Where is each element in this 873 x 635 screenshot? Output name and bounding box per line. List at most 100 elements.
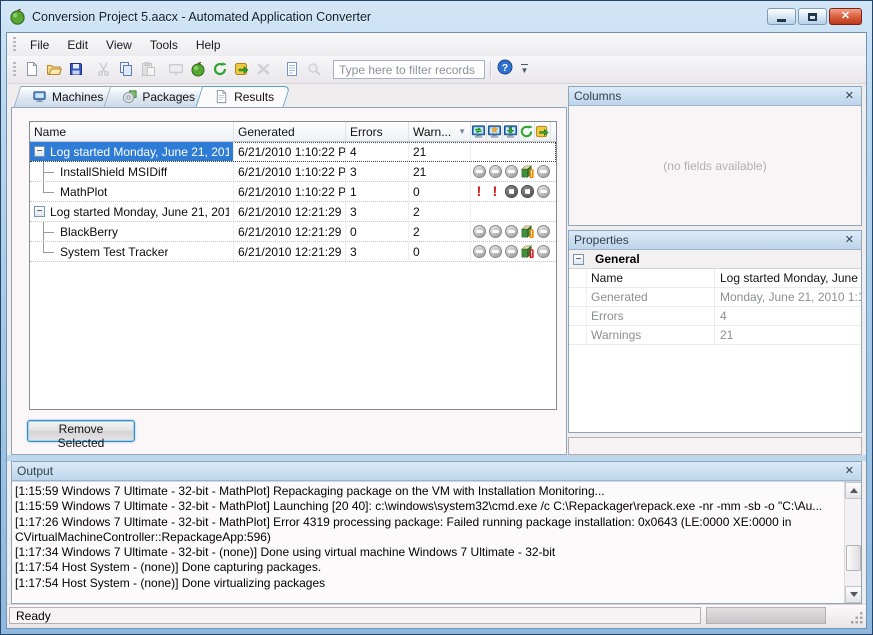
menu-help[interactable]: Help [187, 35, 230, 55]
toolbar-grip-icon[interactable] [13, 62, 16, 77]
tab-packages[interactable]: Packages [107, 86, 208, 107]
refresh-green-icon[interactable] [519, 122, 535, 141]
property-label: Generated [587, 288, 715, 306]
svg-text:!: ! [530, 249, 533, 258]
minimize-button[interactable] [767, 8, 796, 25]
menu-edit[interactable]: Edit [58, 35, 97, 55]
collapse-expander-icon[interactable]: − [34, 206, 45, 217]
add-machine-icon [165, 58, 187, 80]
column-header-generated[interactable]: Generated [234, 122, 346, 141]
cell-errors: 4 [346, 142, 409, 161]
save-project-icon[interactable] [65, 58, 87, 80]
columns-close-icon[interactable]: ✕ [843, 91, 856, 102]
help-button[interactable]: ? [494, 59, 516, 81]
row-name: InstallShield MSIDiff [60, 165, 167, 179]
maximize-icon [808, 13, 817, 21]
toolbar-overflow-button[interactable]: ▼ [518, 60, 531, 80]
property-value: Log started Monday, June [715, 271, 861, 285]
open-project-icon[interactable] [43, 58, 65, 80]
import-package-icon[interactable] [231, 58, 253, 80]
property-group-general[interactable]: − General [569, 250, 861, 269]
monitor-alert-icon[interactable] [487, 122, 503, 141]
output-scrollbar[interactable] [844, 482, 861, 603]
filter-records-input[interactable] [333, 60, 485, 79]
output-line: CVirtualMachineController::RepackageApp:… [15, 530, 841, 545]
grid-row[interactable]: InstallShield MSIDiff6/21/2010 1:10:22 P… [30, 162, 556, 182]
scroll-up-icon[interactable] [845, 482, 861, 499]
tab-machines[interactable]: Machines [17, 86, 116, 107]
group-collapse-expander-icon[interactable]: − [573, 254, 584, 265]
scroll-down-icon[interactable] [845, 586, 861, 603]
refresh-icon[interactable] [209, 58, 231, 80]
columns-panel-title: Columns [574, 89, 843, 103]
property-gutter [569, 307, 587, 325]
status-cell-empty [487, 142, 503, 161]
monitor-download-icon[interactable] [503, 122, 519, 141]
minus-status-icon [471, 162, 487, 181]
new-document-icon[interactable] [21, 58, 43, 80]
no-fields-text: (no fields available) [663, 159, 766, 173]
property-row-warnings[interactable]: Warnings21 [569, 326, 861, 345]
property-row-generated[interactable]: GeneratedMonday, June 21, 2010 1:10 [569, 288, 861, 307]
column-header-errors[interactable]: Errors [346, 122, 409, 141]
cell-warnings: 0 [409, 242, 471, 261]
menubar-grip-icon[interactable] [13, 37, 16, 52]
paste-icon [137, 58, 159, 80]
properties-close-icon[interactable]: ✕ [843, 235, 856, 246]
columns-panel: Columns ✕ (no fields available) [568, 86, 862, 226]
cell-warnings: 0 [409, 182, 471, 201]
name-cell: −Log started Monday, June 21, 201... [30, 142, 234, 161]
export-package-icon[interactable] [535, 122, 551, 141]
minus-status-icon [535, 182, 551, 201]
row-name: Log started Monday, June 21, 201... [50, 205, 229, 219]
collapse-expander-icon[interactable]: − [34, 146, 45, 157]
property-row-errors[interactable]: Errors4 [569, 307, 861, 326]
properties-panel-header: Properties ✕ [569, 231, 861, 250]
output-line: [1:15:59 Windows 7 Ultimate - 32-bit - M… [15, 499, 841, 514]
column-header-name[interactable]: Name [30, 122, 234, 141]
window-title: Conversion Project 5.aacx - Automated Ap… [32, 10, 761, 24]
tab-strip: MachinesPackagesResults [17, 86, 278, 107]
menu-view[interactable]: View [97, 35, 141, 55]
menu-file[interactable]: File [21, 35, 58, 55]
grid-header-filler [551, 122, 557, 141]
minus-status-icon [471, 222, 487, 241]
report-icon[interactable] [281, 58, 303, 80]
grid-row[interactable]: −Log started Monday, June 21, 201...6/21… [30, 202, 556, 222]
status-progress-panel [706, 607, 826, 624]
output-close-icon[interactable]: ✕ [843, 466, 856, 477]
status-cell-empty [519, 202, 535, 221]
close-button[interactable]: ✕ [829, 8, 862, 25]
error-status-icon: ! [487, 182, 503, 201]
resize-grip-icon[interactable] [851, 612, 864, 625]
tab-results[interactable]: Results [199, 86, 287, 107]
properties-panel-body: − General NameLog started Monday, JuneGe… [569, 250, 861, 432]
filter-dropdown-icon[interactable]: ▼ [458, 127, 466, 136]
scrollbar-thumb[interactable] [846, 545, 861, 571]
tab-label: Packages [142, 90, 195, 104]
menu-tools[interactable]: Tools [141, 35, 187, 55]
grid-row[interactable]: −Log started Monday, June 21, 201...6/21… [30, 142, 556, 162]
copy-icon[interactable] [115, 58, 137, 80]
output-line: [1:17:54 Host System - (none)] Done virt… [15, 576, 841, 591]
convert-packages-icon[interactable] [187, 58, 209, 80]
grid-row[interactable]: BlackBerry6/21/2010 12:21:29 ...02! [30, 222, 556, 242]
workspace: MachinesPackagesResults NameGeneratedErr… [7, 84, 866, 604]
cell-warnings: 21 [409, 142, 471, 161]
error-status-icon: ! [471, 182, 487, 201]
column-header-label: Generated [238, 125, 341, 139]
property-row-name[interactable]: NameLog started Monday, June [569, 269, 861, 288]
cell-errors: 3 [346, 162, 409, 181]
column-header-warn[interactable]: Warn...▼ [409, 122, 471, 141]
grid-row[interactable]: MathPlot6/21/2010 1:10:22 PM10!! [30, 182, 556, 202]
name-cell: −Log started Monday, June 21, 201... [30, 202, 234, 221]
remove-selected-button[interactable]: Remove Selected [27, 420, 135, 442]
cell-generated: 6/21/2010 12:21:29 ... [234, 242, 346, 261]
monitor-sync-icon[interactable] [471, 122, 487, 141]
output-line: [1:17:54 Host System - (none)] Done capt… [15, 560, 841, 575]
packages-tab-icon [122, 89, 137, 104]
grid-row[interactable]: System Test Tracker6/21/2010 12:21:29 ..… [30, 242, 556, 262]
maximize-button[interactable] [798, 8, 827, 25]
name-cell: MathPlot [30, 182, 234, 201]
caption-buttons: ✕ [767, 8, 862, 25]
